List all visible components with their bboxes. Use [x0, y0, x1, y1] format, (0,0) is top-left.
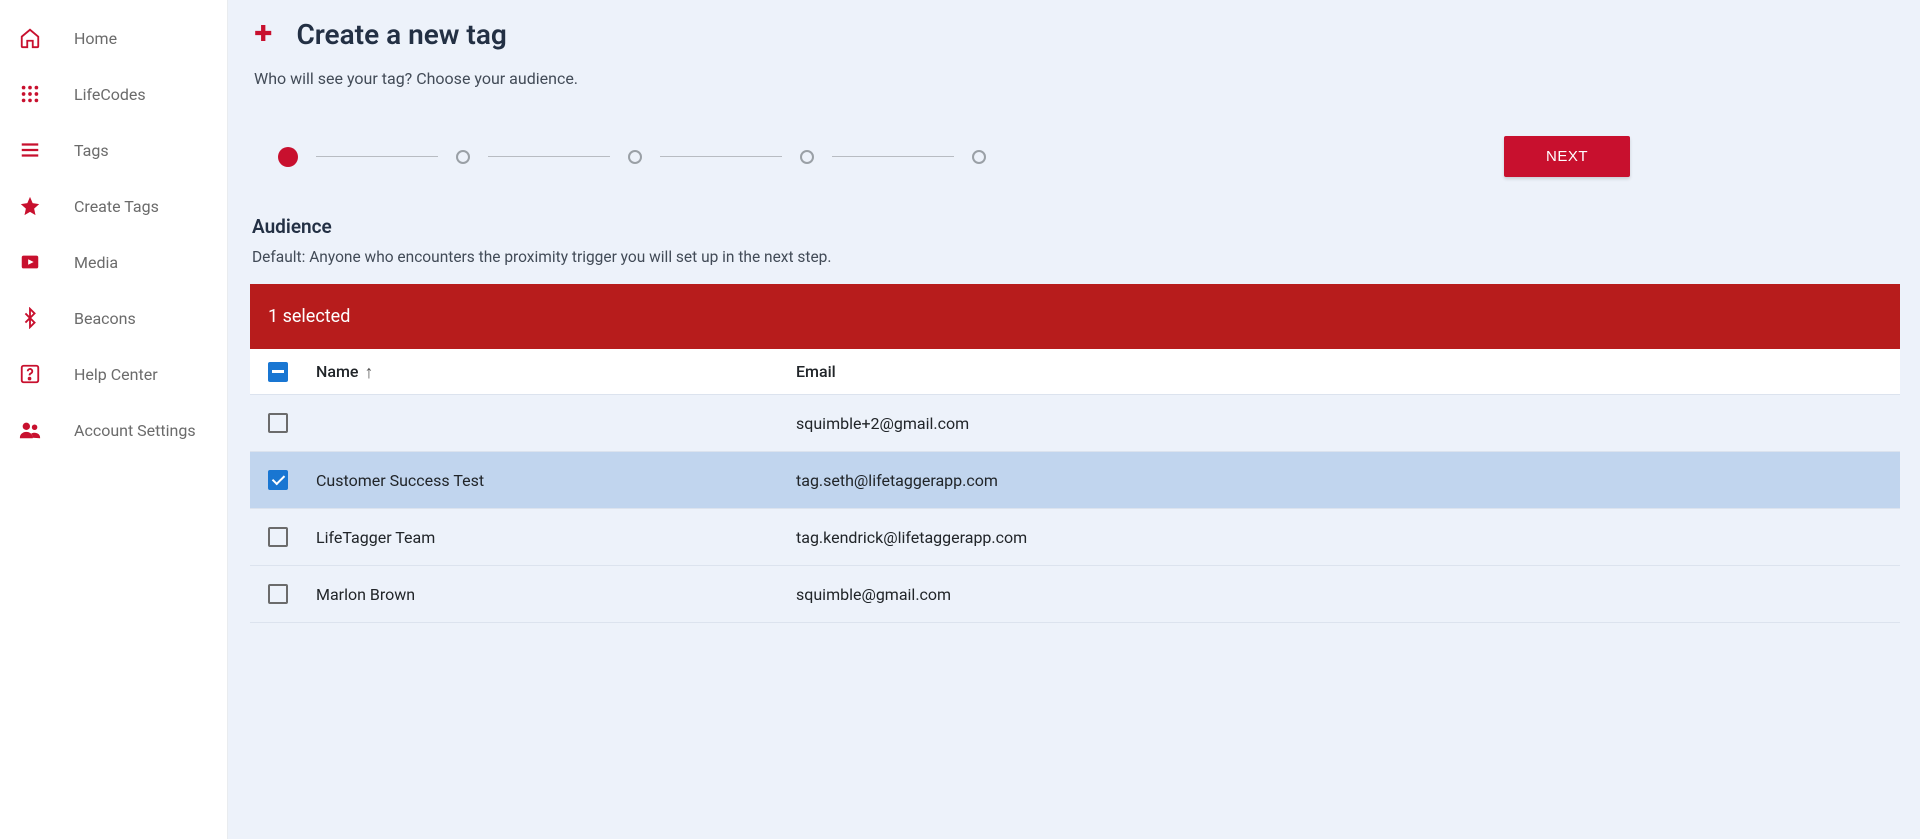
- column-header-email-label: Email: [796, 362, 836, 381]
- sidebar-item-label: LifeCodes: [74, 85, 146, 104]
- sort-asc-icon: ↑: [364, 362, 373, 383]
- page-subtitle: Who will see your tag? Choose your audie…: [250, 69, 1900, 88]
- step-connector: [316, 156, 438, 157]
- row-checkbox[interactable]: [268, 470, 288, 490]
- sidebar-item-label: Create Tags: [74, 197, 159, 216]
- row-email: squimble+2@gmail.com: [796, 414, 1872, 433]
- sidebar-item-tags[interactable]: Tags: [0, 122, 227, 178]
- row-checkbox[interactable]: [268, 584, 288, 604]
- select-all-checkbox[interactable]: [268, 362, 288, 382]
- step-connector: [660, 156, 782, 157]
- table-header: Name ↑ Email: [250, 349, 1900, 395]
- table-row[interactable]: squimble+2@gmail.com: [250, 395, 1900, 452]
- step-2[interactable]: [456, 150, 470, 164]
- sidebar-item-label: Tags: [74, 141, 109, 160]
- row-email: tag.kendrick@lifetaggerapp.com: [796, 528, 1872, 547]
- stepper-row: NEXT: [250, 136, 1900, 177]
- row-name: Customer Success Test: [316, 471, 796, 490]
- sidebar-item-media[interactable]: Media: [0, 234, 227, 290]
- stepper: [278, 147, 1464, 167]
- column-header-name-label: Name: [316, 362, 358, 381]
- step-4[interactable]: [800, 150, 814, 164]
- people-icon: [18, 418, 42, 442]
- sidebar-item-label: Home: [74, 29, 117, 48]
- row-name: Marlon Brown: [316, 585, 796, 604]
- help-icon: [18, 362, 42, 386]
- sidebar-item-account-settings[interactable]: Account Settings: [0, 402, 227, 458]
- step-3[interactable]: [628, 150, 642, 164]
- star-icon: [18, 194, 42, 218]
- plus-icon: ✚: [254, 22, 272, 47]
- step-connector: [832, 156, 954, 157]
- audience-table: 1 selected Name ↑ Email squimble+2@gmail…: [250, 284, 1900, 714]
- sidebar-item-label: Beacons: [74, 309, 136, 328]
- row-checkbox[interactable]: [268, 527, 288, 547]
- sidebar-item-beacons[interactable]: Beacons: [0, 290, 227, 346]
- row-email: tag.seth@lifetaggerapp.com: [796, 471, 1872, 490]
- column-header-name[interactable]: Name ↑: [316, 361, 796, 382]
- sidebar-item-label: Account Settings: [74, 421, 196, 440]
- sidebar-item-lifecodes[interactable]: LifeCodes: [0, 66, 227, 122]
- step-connector: [488, 156, 610, 157]
- column-header-email[interactable]: Email: [796, 362, 1872, 381]
- table-row[interactable]: Marlon Brown squimble@gmail.com: [250, 566, 1900, 623]
- media-icon: [18, 250, 42, 274]
- sidebar-item-create-tags[interactable]: Create Tags: [0, 178, 227, 234]
- table-row[interactable]: LifeTagger Team tag.kendrick@lifetaggera…: [250, 509, 1900, 566]
- selected-count-bar: 1 selected: [250, 284, 1900, 349]
- row-checkbox[interactable]: [268, 413, 288, 433]
- sidebar: Home LifeCodes Tags Create Tags Media Be…: [0, 0, 228, 839]
- table-row[interactable]: Customer Success Test tag.seth@lifetagge…: [250, 452, 1900, 509]
- main-panel: ✚ Create a new tag Who will see your tag…: [228, 0, 1920, 839]
- row-name: LifeTagger Team: [316, 528, 796, 547]
- page-title: Create a new tag: [296, 18, 506, 51]
- sidebar-item-label: Media: [74, 253, 118, 272]
- next-button[interactable]: NEXT: [1504, 136, 1630, 177]
- apps-icon: [18, 82, 42, 106]
- bluetooth-icon: [18, 306, 42, 330]
- row-email: squimble@gmail.com: [796, 585, 1872, 604]
- title-row: ✚ Create a new tag: [250, 18, 1900, 51]
- sidebar-item-help-center[interactable]: Help Center: [0, 346, 227, 402]
- list-icon: [18, 138, 42, 162]
- home-icon: [18, 26, 42, 50]
- audience-section-title: Audience: [250, 215, 1900, 238]
- sidebar-item-label: Help Center: [74, 365, 158, 384]
- audience-section-desc: Default: Anyone who encounters the proxi…: [250, 248, 1900, 266]
- step-1[interactable]: [278, 147, 298, 167]
- sidebar-item-home[interactable]: Home: [0, 10, 227, 66]
- step-5[interactable]: [972, 150, 986, 164]
